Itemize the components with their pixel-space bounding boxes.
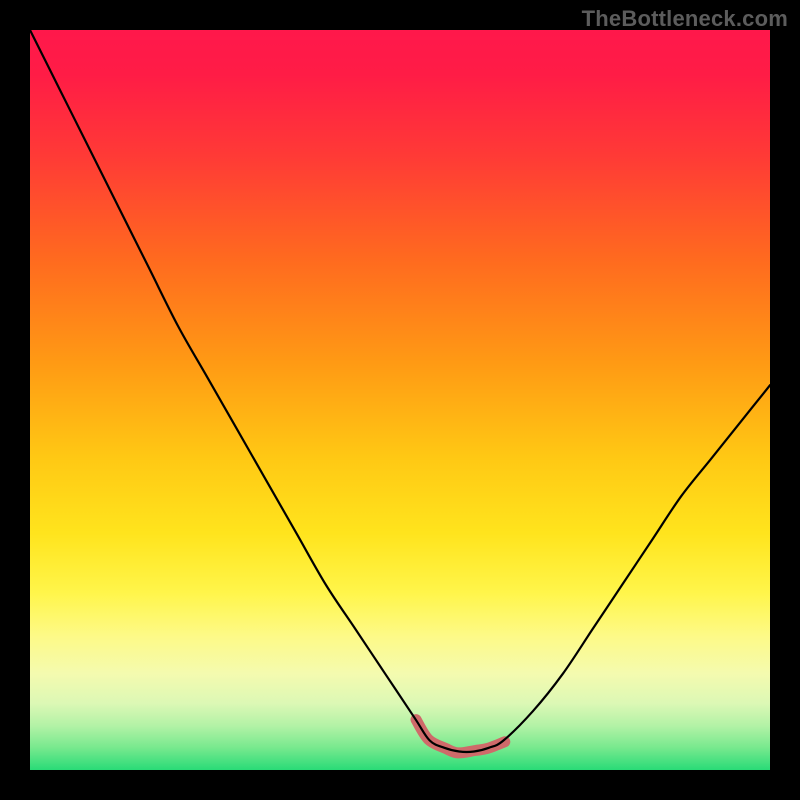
- curve-main: [30, 30, 770, 752]
- chart-frame: TheBottleneck.com: [0, 0, 800, 800]
- watermark-text: TheBottleneck.com: [582, 6, 788, 32]
- chart-svg: [30, 30, 770, 770]
- plot-area: [30, 30, 770, 770]
